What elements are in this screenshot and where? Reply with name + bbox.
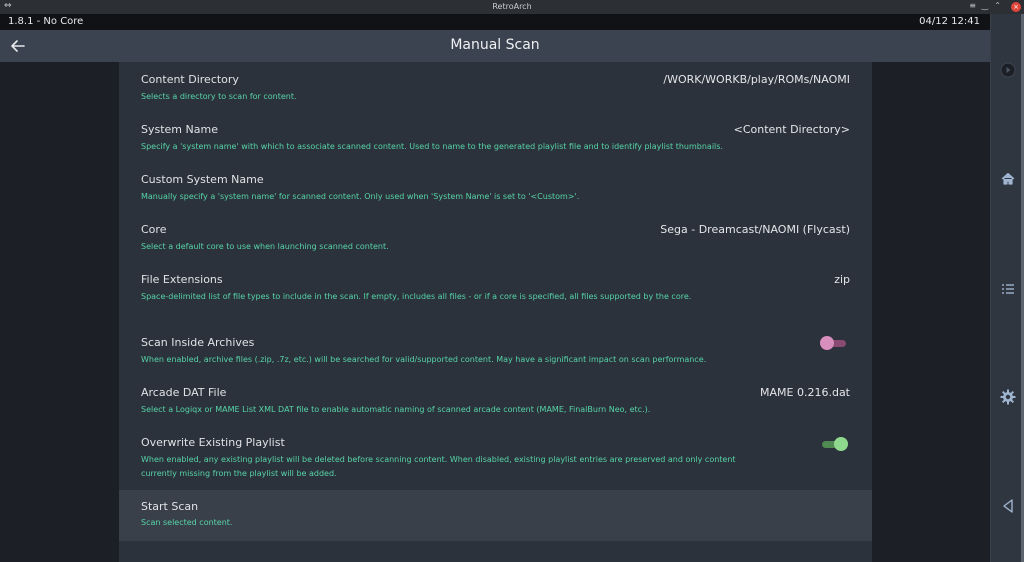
setting-content-directory[interactable]: Content Directory /WORK/WORKB/play/ROMs/… bbox=[119, 62, 872, 112]
setting-label: Content Directory bbox=[141, 73, 239, 86]
setting-description: Selects a directory to scan for content. bbox=[141, 92, 297, 101]
gear-icon[interactable] bbox=[998, 387, 1018, 407]
setting-file-extensions[interactable]: File Extensions zip Space-delimited list… bbox=[119, 262, 872, 326]
setting-description: When enabled, any existing playlist will… bbox=[141, 455, 736, 478]
setting-description: Space-delimited list of file types to in… bbox=[141, 292, 692, 301]
home-icon[interactable] bbox=[998, 169, 1018, 189]
setting-label: Core bbox=[141, 223, 167, 236]
setting-system-name[interactable]: System Name <Content Directory> Specify … bbox=[119, 112, 872, 162]
datetime-label: 04/12 12:41 bbox=[919, 16, 980, 27]
window-maximize-icon[interactable]: ⌃ bbox=[994, 1, 1001, 10]
window-minimize-icon[interactable]: ‿ bbox=[982, 1, 988, 10]
overwrite-playlist-toggle[interactable] bbox=[820, 437, 848, 451]
right-margin bbox=[872, 62, 990, 562]
version-core-label: 1.8.1 - No Core bbox=[8, 16, 84, 27]
setting-label: Scan Inside Archives bbox=[141, 336, 255, 349]
scan-archives-toggle[interactable] bbox=[820, 336, 848, 350]
play-icon[interactable] bbox=[998, 60, 1018, 80]
setting-label: Custom System Name bbox=[141, 173, 264, 186]
setting-label: Overwrite Existing Playlist bbox=[141, 436, 285, 449]
setting-core[interactable]: Core Sega - Dreamcast/NAOMI (Flycast) Se… bbox=[119, 212, 872, 262]
window-shade-icon[interactable]: ≡ bbox=[969, 1, 976, 10]
page-header: Manual Scan bbox=[0, 30, 990, 62]
window-titlebar: ⇔ RetroArch ≡ ‿ ⌃ × bbox=[0, 0, 1024, 14]
setting-label: Start Scan bbox=[141, 500, 199, 513]
window-close-icon[interactable]: × bbox=[1011, 2, 1021, 12]
window-title: RetroArch bbox=[492, 2, 532, 11]
setting-custom-system-name[interactable]: Custom System Name Manually specify a 's… bbox=[119, 162, 872, 212]
setting-description: Scan selected content. bbox=[141, 518, 233, 527]
setting-label: File Extensions bbox=[141, 273, 223, 286]
setting-overwrite-existing-playlist[interactable]: Overwrite Existing Playlist When enabled… bbox=[119, 426, 872, 490]
setting-value: MAME 0.216.dat bbox=[760, 386, 850, 399]
setting-arcade-dat-file[interactable]: Arcade DAT File MAME 0.216.dat Select a … bbox=[119, 376, 872, 426]
list-icon[interactable] bbox=[998, 279, 1018, 299]
status-bar: 1.8.1 - No Core 04/12 12:41 bbox=[0, 14, 990, 30]
triangle-back-icon[interactable] bbox=[998, 496, 1018, 516]
setting-value: zip bbox=[834, 273, 850, 286]
setting-scan-inside-archives[interactable]: Scan Inside Archives When enabled, archi… bbox=[119, 326, 872, 376]
setting-description: Manually specify a 'system name' for sca… bbox=[141, 192, 580, 201]
setting-label: Arcade DAT File bbox=[141, 386, 227, 399]
start-scan-button[interactable]: Start Scan Scan selected content. bbox=[119, 490, 872, 541]
setting-value: <Content Directory> bbox=[733, 123, 850, 136]
setting-description: Specify a 'system name' with which to as… bbox=[141, 142, 723, 151]
page-title: Manual Scan bbox=[450, 37, 540, 53]
setting-value: /WORK/WORKB/play/ROMs/NAOMI bbox=[663, 73, 850, 86]
sidebar bbox=[990, 14, 1024, 562]
setting-description: Select a default core to use when launch… bbox=[141, 242, 389, 251]
left-margin bbox=[0, 62, 119, 562]
settings-list: Content Directory /WORK/WORKB/play/ROMs/… bbox=[119, 62, 872, 562]
setting-value: Sega - Dreamcast/NAOMI (Flycast) bbox=[660, 223, 850, 236]
setting-description: When enabled, archive files (.zip, .7z, … bbox=[141, 355, 707, 364]
setting-label: System Name bbox=[141, 123, 218, 136]
setting-description: Select a Logiqx or MAME List XML DAT fil… bbox=[141, 405, 651, 414]
